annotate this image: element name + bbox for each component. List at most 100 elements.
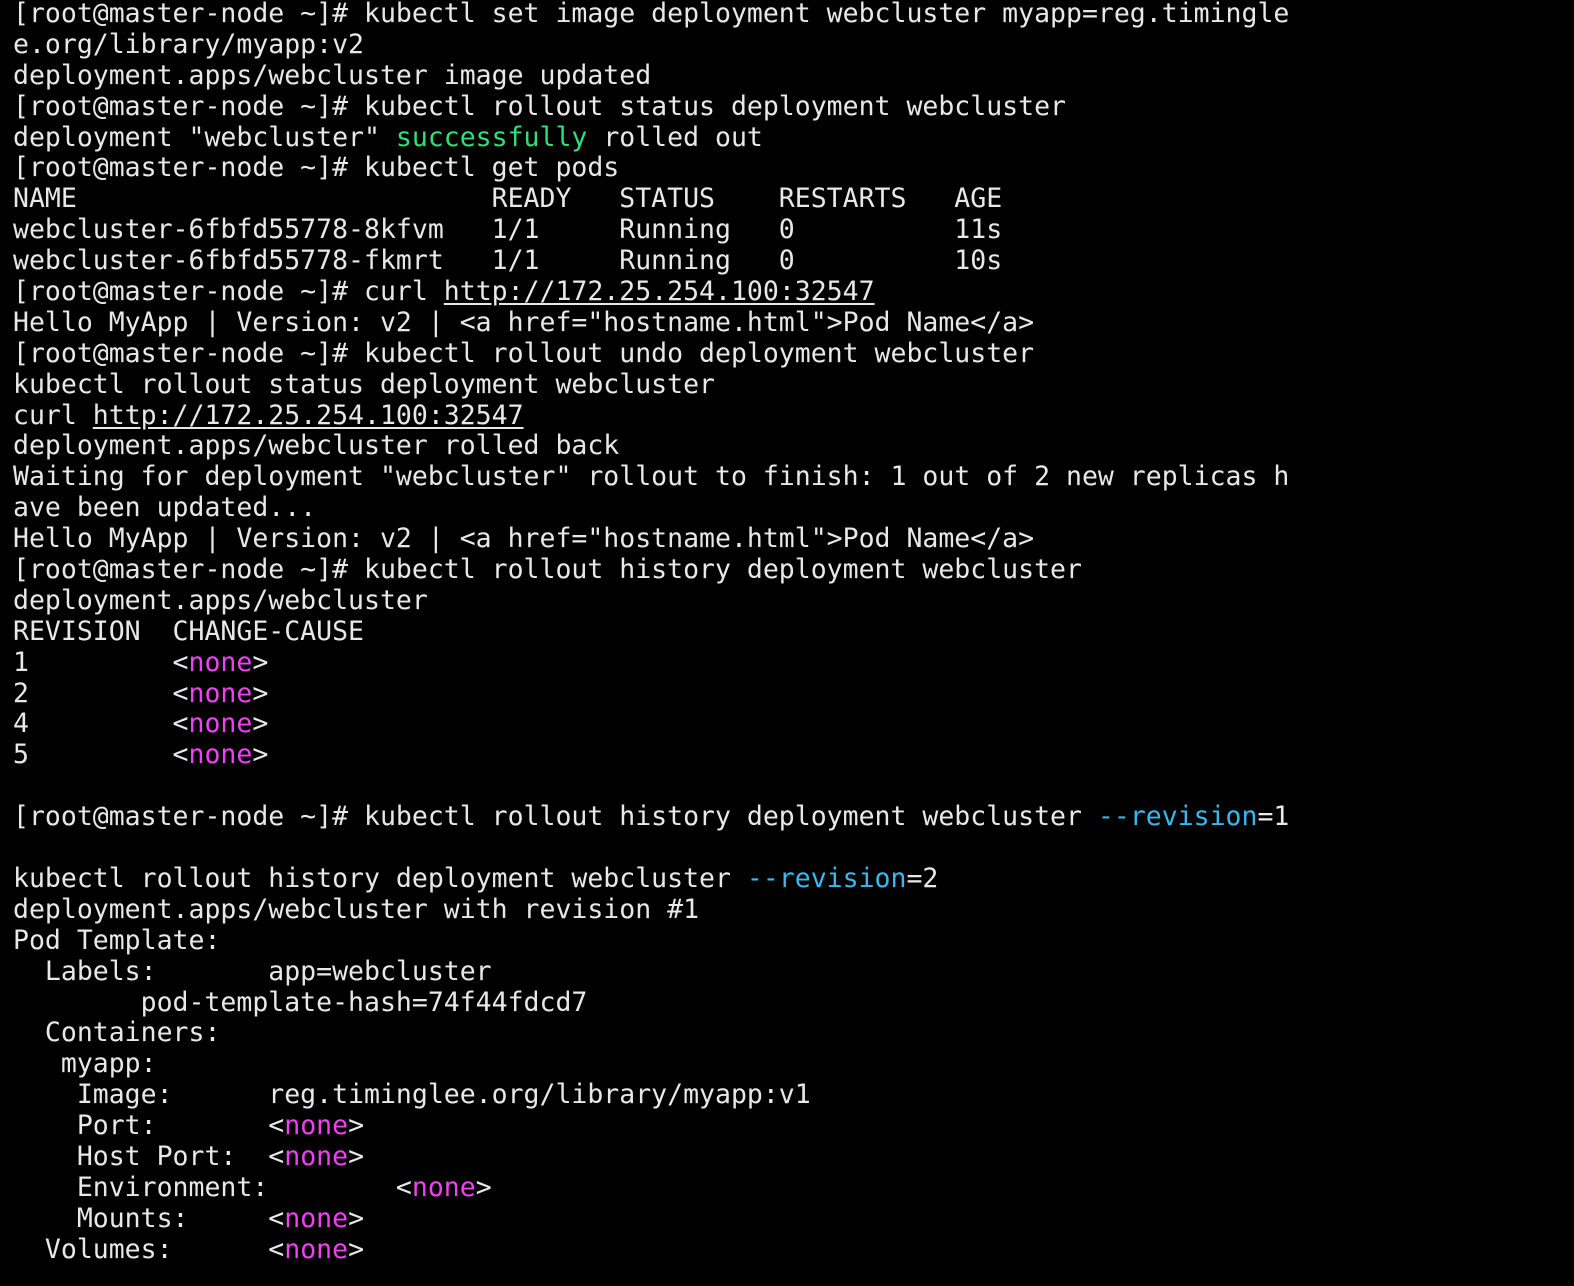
terminal-line: Hello MyApp | Version: v2 | <a href="hos… — [13, 308, 1574, 339]
terminal-text: =1 — [1257, 802, 1290, 833]
terminal-text: REVISION CHANGE-CAUSE — [13, 616, 364, 647]
terminal-line: Waiting for deployment "webcluster" roll… — [13, 462, 1574, 493]
terminal-text: none — [284, 1111, 349, 1142]
terminal-text: pod-template-hash=74f44fdcd7 — [13, 987, 588, 1018]
terminal-text: Mounts: < — [13, 1203, 285, 1234]
terminal-output[interactable]: [root@master-node ~]# kubectl set image … — [0, 0, 1574, 1286]
terminal-text: Port: < — [13, 1111, 285, 1142]
terminal-line: pod-template-hash=74f44fdcd7 — [13, 988, 1574, 1019]
terminal-text: --revision — [1097, 802, 1258, 833]
terminal-line: kubectl rollout history deployment webcl… — [13, 864, 1574, 895]
terminal-text: deployment.apps/webcluster — [13, 585, 428, 616]
terminal-line: 4 <none> — [13, 709, 1574, 740]
terminal-line: deployment.apps/webcluster rolled back — [13, 431, 1574, 462]
terminal-line: Pod Template: — [13, 926, 1574, 957]
terminal-text: none — [284, 1141, 349, 1172]
terminal-text: > — [348, 1203, 365, 1234]
terminal-line: [root@master-node ~]# kubectl rollout un… — [13, 339, 1574, 370]
terminal-text: webcluster-6fbfd55778-fkmrt 1/1 Running … — [13, 246, 1003, 277]
terminal-line: REVISION CHANGE-CAUSE — [13, 617, 1574, 648]
terminal-text: rolled out — [587, 122, 763, 153]
terminal-line: Port: <none> — [13, 1111, 1574, 1142]
terminal-text: 1 < — [13, 647, 189, 678]
terminal-line: NAME READY STATUS RESTARTS AGE — [13, 184, 1574, 215]
terminal-line: Hello MyApp | Version: v2 | <a href="hos… — [13, 524, 1574, 555]
terminal-text: --revision — [746, 863, 907, 894]
terminal-line: deployment "webcluster" successfully rol… — [13, 123, 1574, 154]
terminal-line: curl http://172.25.254.100:32547 — [13, 401, 1574, 432]
terminal-text: > — [348, 1141, 365, 1172]
terminal-text: none — [188, 647, 253, 678]
terminal-line: deployment.apps/webcluster with revision… — [13, 895, 1574, 926]
terminal-text: [root@master-node ~]# curl — [13, 277, 444, 308]
terminal-line: webcluster-6fbfd55778-fkmrt 1/1 Running … — [13, 246, 1574, 277]
terminal-text: curl — [13, 400, 93, 431]
terminal-text: kubectl rollout history deployment webcl… — [13, 863, 747, 894]
terminal-text: deployment.apps/webcluster rolled back — [13, 431, 620, 462]
terminal-text: Containers: — [13, 1018, 221, 1049]
terminal-text: Image: reg.timinglee.org/library/myapp:v… — [13, 1080, 811, 1111]
terminal-text: > — [252, 678, 269, 709]
terminal-text: [root@master-node ~]# kubectl rollout st… — [13, 91, 1066, 122]
terminal-text: none — [188, 740, 253, 771]
terminal-text: Labels: app=webcluster — [13, 956, 492, 987]
terminal-text: > — [252, 740, 269, 771]
terminal-line: [root@master-node ~]# kubectl get pods — [13, 153, 1574, 184]
terminal-line: 2 <none> — [13, 679, 1574, 710]
terminal-line: deployment.apps/webcluster image updated — [13, 61, 1574, 92]
terminal-text: none — [284, 1203, 349, 1234]
terminal-line: [root@master-node ~]# kubectl set image … — [13, 0, 1574, 30]
terminal-text: [root@master-node ~]# kubectl rollout un… — [13, 338, 1035, 369]
terminal-line: ave been updated... — [13, 493, 1574, 524]
terminal-text: Hello MyApp | Version: v2 | <a href="hos… — [13, 524, 1035, 555]
terminal-line: Host Port: <none> — [13, 1142, 1574, 1173]
terminal-text: e.org/library/myapp:v2 — [13, 29, 364, 60]
terminal-line: kubectl rollout status deployment webclu… — [13, 370, 1574, 401]
terminal-text: deployment.apps/webcluster image updated — [13, 60, 652, 91]
terminal-text: [root@master-node ~]# kubectl set image … — [13, 0, 1290, 29]
terminal-line: 5 <none> — [13, 740, 1574, 771]
terminal-text: > — [348, 1111, 365, 1142]
terminal-line: Volumes: <none> — [13, 1235, 1574, 1266]
terminal-text: Pod Template: — [13, 925, 221, 956]
terminal-line: myapp: — [13, 1049, 1574, 1080]
terminal-line: webcluster-6fbfd55778-8kfvm 1/1 Running … — [13, 215, 1574, 246]
terminal-text: successfully — [395, 122, 588, 153]
terminal-link[interactable]: http://172.25.254.100:32547 — [444, 277, 875, 307]
terminal-text: none — [188, 709, 253, 740]
terminal-text: > — [348, 1234, 365, 1265]
terminal-text: kubectl rollout status deployment webclu… — [13, 369, 715, 400]
terminal-text: 5 < — [13, 740, 189, 771]
terminal-text: ave been updated... — [13, 493, 317, 524]
terminal-text: none — [188, 678, 253, 709]
terminal-line: deployment.apps/webcluster — [13, 586, 1574, 617]
terminal-line: 1 <none> — [13, 648, 1574, 679]
terminal-text: Host Port: < — [13, 1141, 285, 1172]
terminal-link[interactable]: http://172.25.254.100:32547 — [93, 401, 524, 431]
terminal-text: > — [252, 647, 269, 678]
terminal-line: Environment: <none> — [13, 1173, 1574, 1204]
terminal-text: [root@master-node ~]# kubectl rollout hi… — [13, 555, 1082, 586]
terminal-text: [root@master-node ~]# kubectl get pods — [13, 153, 620, 184]
terminal-text: NAME READY STATUS RESTARTS AGE — [13, 184, 1003, 215]
terminal-line: [root@master-node ~]# kubectl rollout hi… — [13, 802, 1574, 833]
terminal-text: Hello MyApp | Version: v2 | <a href="hos… — [13, 307, 1035, 338]
terminal-text: > — [475, 1172, 492, 1203]
terminal-line: [root@master-node ~]# kubectl rollout st… — [13, 92, 1574, 123]
terminal-text: > — [252, 709, 269, 740]
terminal-line: Image: reg.timinglee.org/library/myapp:v… — [13, 1080, 1574, 1111]
terminal-text: Environment: < — [13, 1172, 412, 1203]
terminal-text: [root@master-node ~]# kubectl rollout hi… — [13, 802, 1098, 833]
terminal-text: deployment.apps/webcluster with revision… — [13, 894, 700, 925]
terminal-text: none — [284, 1234, 349, 1265]
terminal-line: e.org/library/myapp:v2 — [13, 30, 1574, 61]
terminal-text: myapp: — [13, 1049, 157, 1080]
terminal-line: Containers: — [13, 1018, 1574, 1049]
terminal-text: Waiting for deployment "webcluster" roll… — [13, 462, 1290, 493]
terminal-text: Volumes: < — [13, 1234, 285, 1265]
terminal-text: deployment "webcluster" — [13, 122, 396, 153]
terminal-text: =2 — [906, 863, 939, 894]
terminal-line: [root@master-node ~]# curl http://172.25… — [13, 277, 1574, 308]
